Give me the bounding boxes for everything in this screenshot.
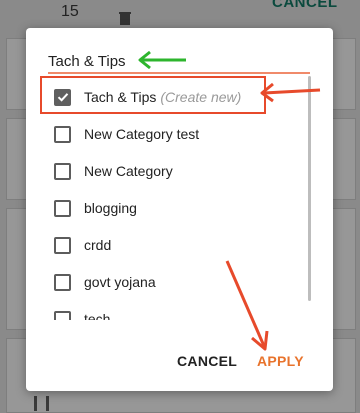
background-bar (34, 396, 37, 411)
background-count: 15 (61, 3, 79, 20)
checkbox[interactable] (54, 310, 71, 320)
list-item-label: govt yojana (84, 274, 156, 290)
cancel-button[interactable]: CANCEL (177, 353, 237, 369)
checkbox[interactable] (54, 199, 71, 217)
red-arrow-left-icon (260, 82, 321, 103)
checkbox[interactable] (54, 236, 71, 254)
checkbox[interactable] (54, 273, 71, 291)
trash-icon (119, 12, 131, 25)
list-item-label: blogging (84, 200, 137, 216)
checkbox[interactable] (54, 125, 71, 143)
list-item[interactable]: New Category (42, 152, 312, 190)
list-item-label: crdd (84, 237, 112, 253)
green-arrow-icon (138, 50, 186, 70)
list-scrollbar[interactable] (308, 76, 311, 301)
list-item-label: tech (84, 311, 111, 320)
search-underline (48, 72, 310, 74)
background-cancel: CANCEL (272, 0, 338, 11)
list-item-label: New Category (84, 163, 173, 179)
annotation-highlight-box (40, 76, 266, 114)
list-item[interactable]: blogging (42, 189, 312, 227)
checkbox[interactable] (54, 162, 71, 180)
list-item[interactable]: New Category test (42, 115, 312, 153)
background-header: 15 CANCEL (0, 0, 360, 30)
background-bar (46, 396, 49, 411)
category-list[interactable]: Tach & Tips (Create new) New Category te… (26, 78, 316, 320)
red-arrow-down-icon (225, 260, 269, 351)
list-item-label: New Category test (84, 126, 200, 142)
apply-button[interactable]: APPLY (257, 353, 304, 369)
